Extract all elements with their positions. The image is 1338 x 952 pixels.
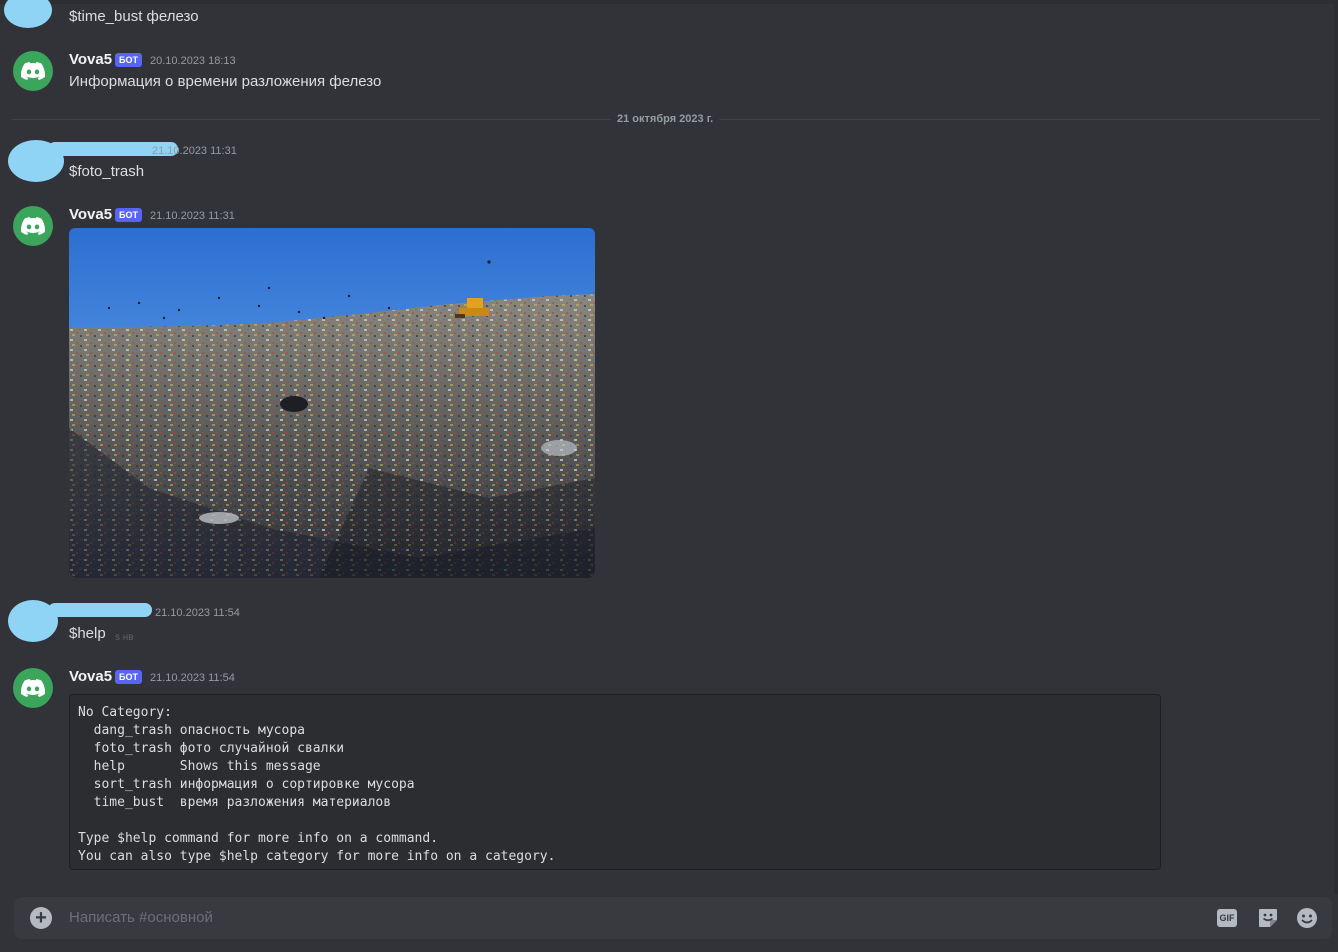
sticker-icon	[1259, 909, 1277, 927]
bot-badge: БОТ	[115, 208, 142, 222]
bot-username[interactable]: Vova5	[69, 206, 112, 224]
bot-avatar[interactable]	[13, 51, 53, 91]
message-text: $foto_trash	[69, 163, 145, 180]
code-line: You can also type $help category for mor…	[78, 849, 556, 864]
message-composer[interactable]: + Написать #основной GIF	[14, 897, 1332, 939]
message-text: Информация о времени разложения фелезо	[69, 73, 382, 90]
bot-avatar[interactable]	[13, 668, 53, 708]
emoji-button[interactable]	[1296, 907, 1318, 929]
help-code-block: No Category: dang_trash опасность мусора…	[69, 694, 1161, 870]
message-hint: s нв	[115, 632, 134, 643]
bot-badge: БОТ	[115, 670, 142, 684]
gif-button[interactable]: GIF	[1217, 909, 1237, 927]
message-timestamp: 21.10.2023 11:31	[150, 210, 235, 222]
redacted-avatar	[4, 0, 52, 28]
code-line: Type $help command for more info on a co…	[78, 831, 439, 846]
bot-username[interactable]: Vova5	[69, 51, 112, 69]
date-divider-label: 21 октября 2023 г.	[611, 112, 720, 126]
attach-button[interactable]: +	[30, 907, 52, 929]
discord-logo-icon	[21, 217, 45, 235]
discord-logo-icon	[21, 62, 45, 80]
code-line: sort_trash информация о сортировке мусор…	[78, 777, 415, 792]
bot-username[interactable]: Vova5	[69, 668, 112, 686]
message-text: $help	[69, 625, 106, 642]
landfill-photo[interactable]	[69, 228, 595, 578]
code-line: No Category:	[78, 705, 172, 720]
code-line: foto_trash фото случайной свалки	[78, 741, 345, 756]
code-line: help Shows this message	[78, 759, 321, 774]
message-timestamp: 21.10.2023 11:54	[150, 672, 235, 684]
bot-avatar[interactable]	[13, 206, 53, 246]
redacted-username	[48, 603, 152, 617]
plus-circle-icon: +	[30, 907, 52, 929]
bot-badge: БОТ	[115, 53, 142, 67]
scrollbar[interactable]	[1334, 4, 1338, 894]
code-line: time_bust время разложения материалов	[78, 795, 392, 810]
discord-logo-icon	[21, 679, 45, 697]
message-input[interactable]: Написать #основной	[69, 908, 213, 928]
sticker-button[interactable]	[1257, 907, 1279, 929]
message-timestamp: 21.10.2023 11:54	[155, 607, 240, 619]
chat-window: $time_bust фелезо Vova5 БОТ 20.10.2023 1…	[0, 0, 1338, 952]
emoji-icon	[1297, 908, 1317, 928]
top-border	[0, 0, 1338, 4]
message-text: $time_bust фелезо	[69, 8, 199, 25]
message-timestamp: 21.10.2023 11:31	[152, 145, 237, 157]
code-line: dang_trash опасность мусора	[78, 723, 305, 738]
message-timestamp: 20.10.2023 18:13	[150, 55, 236, 67]
gif-icon: GIF	[1217, 909, 1237, 927]
photo-image	[69, 228, 595, 578]
